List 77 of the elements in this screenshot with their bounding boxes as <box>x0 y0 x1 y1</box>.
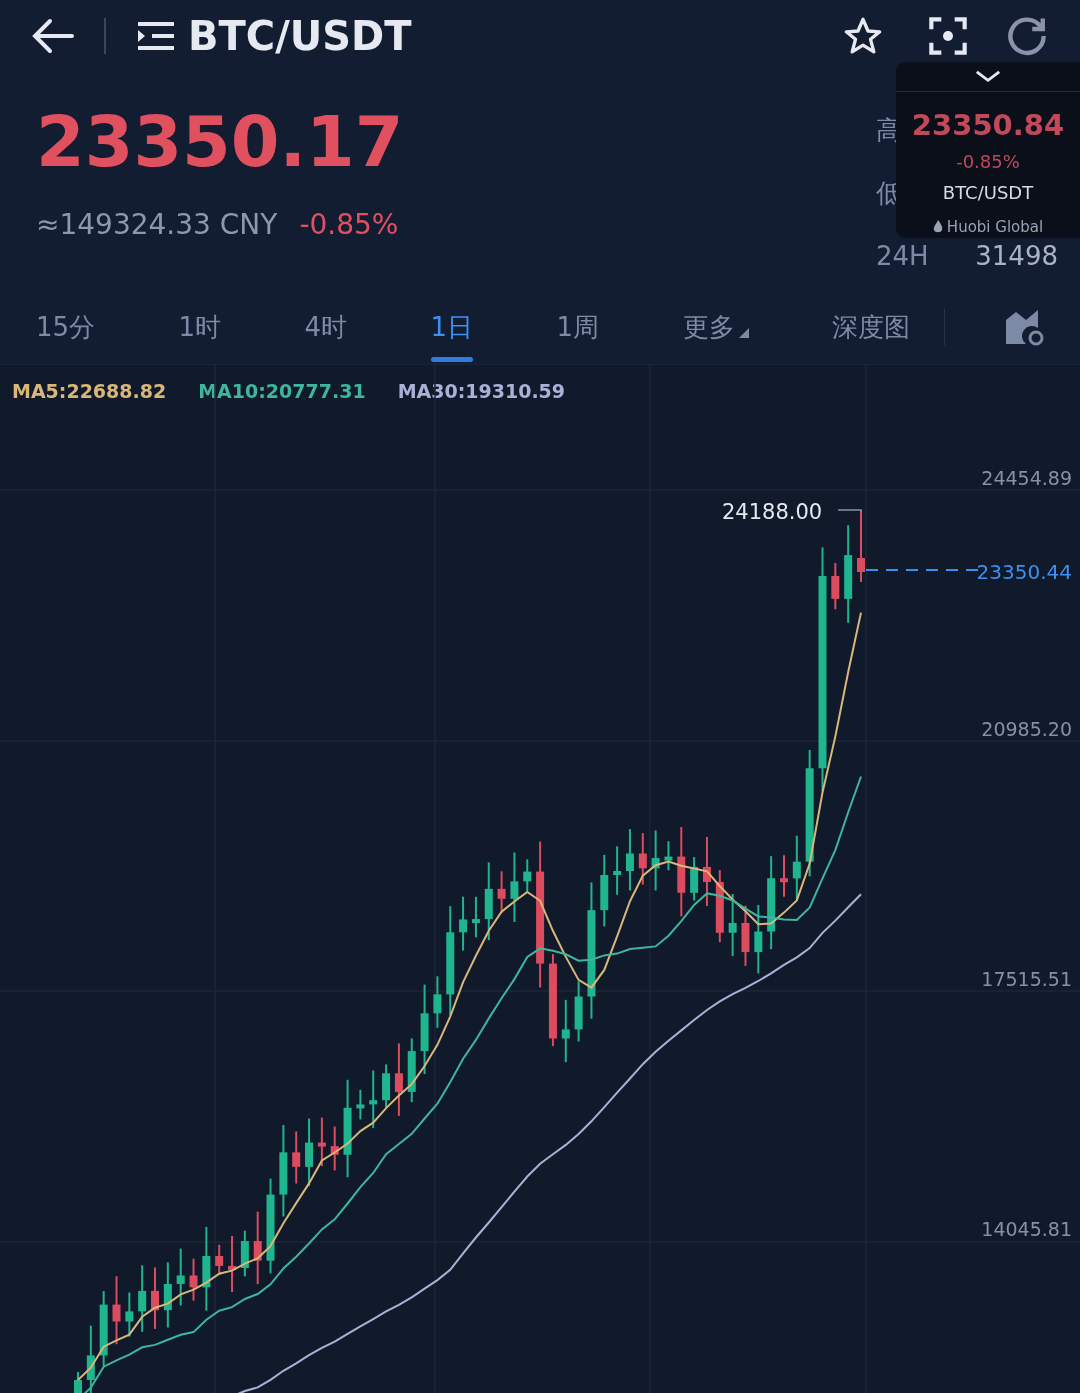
candlestick <box>497 870 506 914</box>
pair-title: BTC/USDT <box>188 12 412 61</box>
candlestick <box>215 1243 224 1276</box>
candlestick <box>369 1069 378 1130</box>
candlestick <box>510 851 519 923</box>
y-axis-label: 20985.20 <box>981 717 1072 742</box>
candlestick <box>189 1257 198 1302</box>
candlestick <box>613 845 622 896</box>
leader-line <box>837 509 862 513</box>
candlestick <box>74 1371 82 1393</box>
current-price-label: 23350.44 <box>976 559 1072 586</box>
timeframe-tab[interactable]: 更多 <box>674 292 757 362</box>
timeframe-tab[interactable]: 4时 <box>296 292 356 362</box>
high-price-label: 24188.00 <box>722 499 823 526</box>
candlestick <box>831 561 840 611</box>
candlestick <box>638 832 647 886</box>
candlestick <box>163 1261 172 1329</box>
timeframe-tab[interactable]: 15分 <box>28 292 104 362</box>
candlestick <box>228 1234 237 1294</box>
candlestick <box>690 856 699 902</box>
y-axis-label: 24454.89 <box>981 466 1072 491</box>
back-arrow-icon[interactable] <box>32 18 74 54</box>
candlestick <box>651 829 660 892</box>
candlestick <box>125 1291 134 1338</box>
list-menu-icon[interactable] <box>136 21 176 51</box>
widget-price: 23350.84 <box>911 107 1065 144</box>
timeframe-tab[interactable]: 1日 <box>422 292 482 362</box>
candlestick <box>459 895 468 952</box>
y-axis-label: 17515.51 <box>981 967 1072 992</box>
floating-price-widget[interactable]: 23350.84 -0.85% BTC/USDT Huobi Global <box>896 62 1080 238</box>
candlestick <box>780 854 788 898</box>
last-price: 23350.17 <box>36 102 404 182</box>
caret-icon <box>738 328 749 338</box>
chart-settings-icon[interactable] <box>1004 308 1044 346</box>
moving-average-label: MA30:19310.59 <box>397 378 566 404</box>
candlestick <box>471 895 480 939</box>
candlestick <box>330 1125 339 1172</box>
candlestick <box>574 980 583 1043</box>
timeframe-tab[interactable]: 1时 <box>170 292 230 362</box>
candlestick <box>138 1264 147 1333</box>
candlestick <box>356 1088 365 1121</box>
stat-label: 24H <box>876 240 929 273</box>
candlestick <box>702 835 711 907</box>
candlestick <box>664 840 673 872</box>
candlestick <box>317 1116 326 1168</box>
candlestick <box>561 998 570 1064</box>
timeframe-tab[interactable]: 1周 <box>548 292 608 362</box>
candlestick <box>625 828 634 892</box>
scan-icon[interactable] <box>928 16 968 56</box>
candlestick <box>382 1063 391 1109</box>
stat-value: 31498 <box>975 240 1058 273</box>
candlestick <box>240 1229 249 1278</box>
candlestick <box>112 1275 121 1346</box>
price-change: -0.85% <box>299 207 399 243</box>
candlestick <box>433 975 442 1029</box>
chevron-down-icon[interactable] <box>974 70 1002 84</box>
candlestick <box>151 1266 159 1330</box>
moving-average-label: MA10:20777.31 <box>198 378 366 404</box>
cny-price: ≈149324.33 CNY <box>36 207 278 243</box>
y-axis-label: 14045.81 <box>981 1217 1072 1242</box>
candlestick <box>407 1037 416 1104</box>
candlestick <box>86 1324 95 1393</box>
star-icon[interactable] <box>842 16 884 56</box>
widget-pair: BTC/USDT <box>942 180 1034 205</box>
moving-average-label: MA5:22688.82 <box>12 378 167 404</box>
candlestick <box>292 1130 301 1185</box>
candlestick <box>754 903 763 975</box>
candlestick <box>305 1117 314 1188</box>
brand-name: Huobi Global <box>946 216 1044 238</box>
candlestick <box>176 1247 185 1307</box>
timeframe-tab[interactable]: 深度图 <box>824 292 918 362</box>
candlestick <box>741 904 750 967</box>
candlestick <box>792 834 801 901</box>
refresh-icon[interactable] <box>1006 15 1048 57</box>
candlestick <box>728 892 737 957</box>
candlestick <box>523 858 532 893</box>
widget-change: -0.85% <box>956 149 1020 174</box>
